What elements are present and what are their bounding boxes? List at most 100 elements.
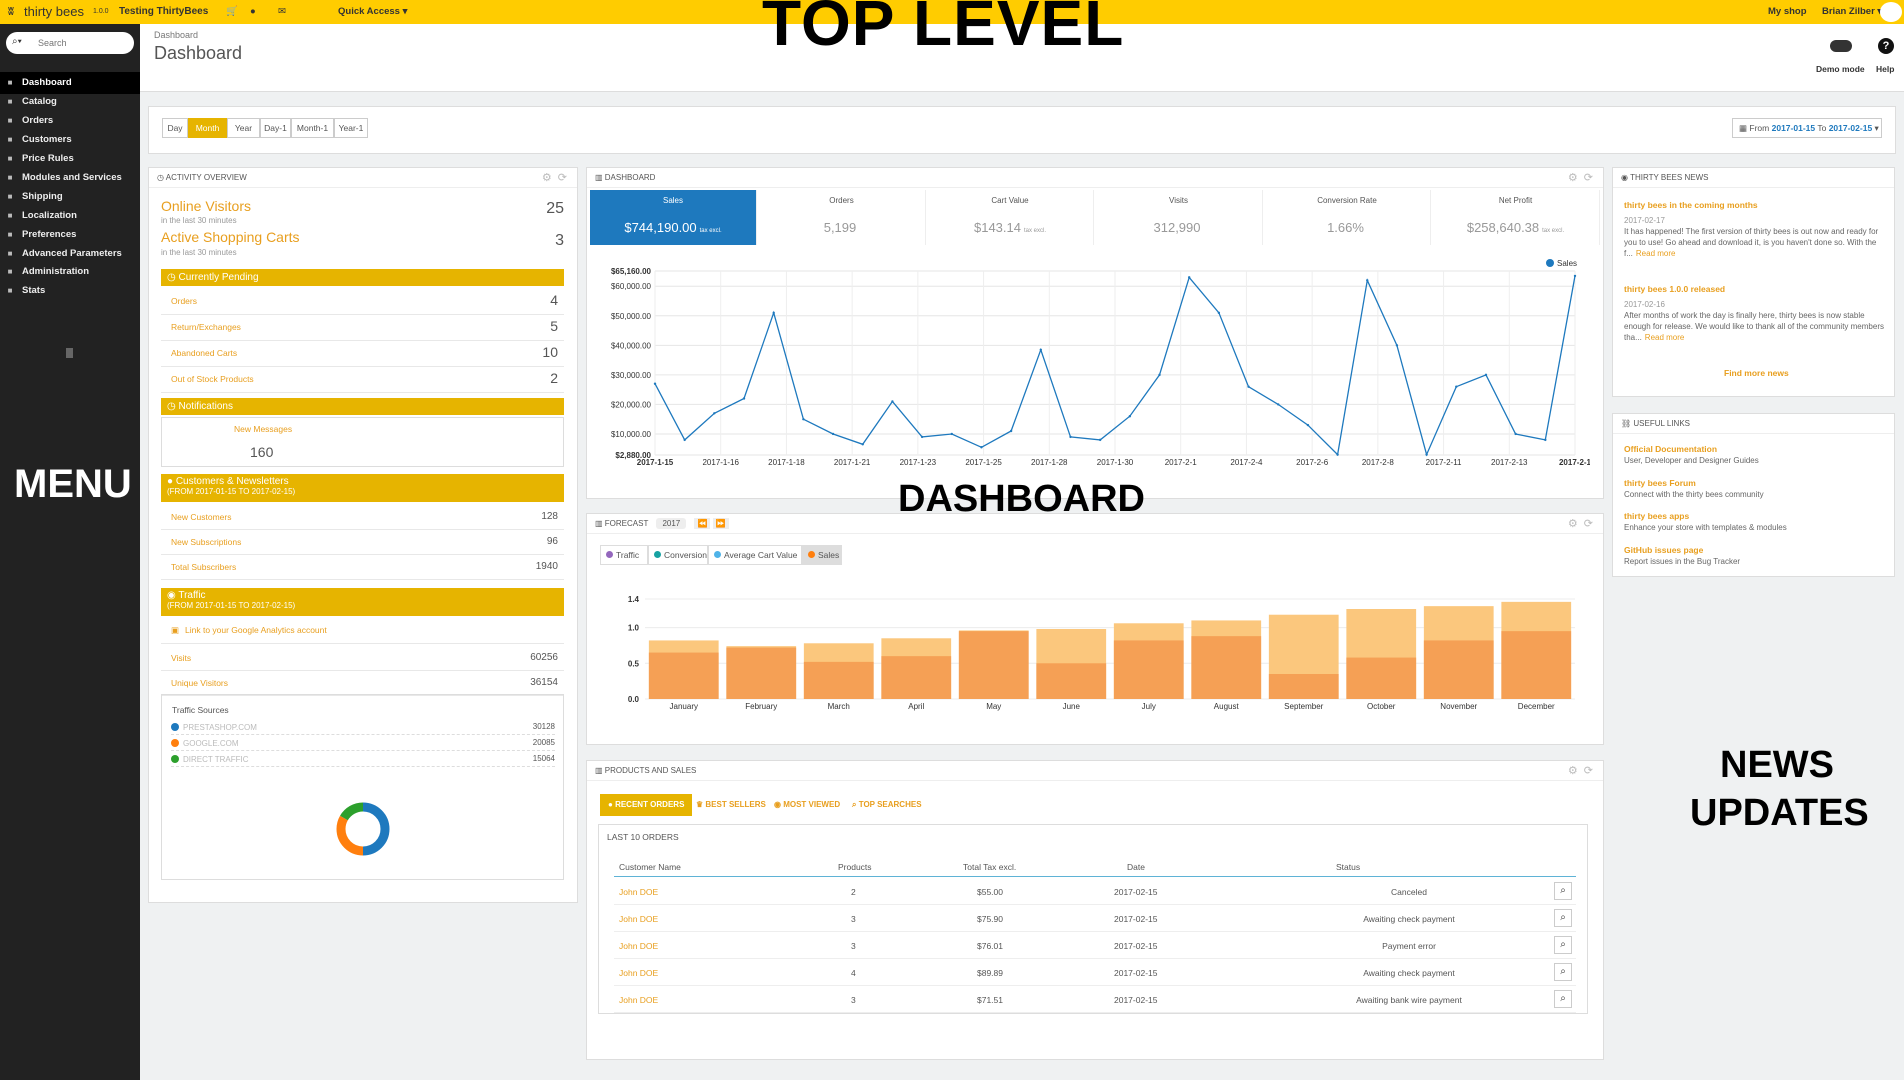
tab-best-sellers[interactable]: ♛ BEST SELLERS [688,794,774,816]
view-order-search-icon[interactable]: ⌕ [1554,963,1572,981]
kpi-tab-net-profit[interactable]: Net Profit $258,640.38 tax excl. [1433,190,1600,245]
forecast-bar [881,656,952,699]
forecast-year[interactable]: 2017 [656,518,687,529]
customer-name-link[interactable]: John DOE [619,887,658,897]
demo-mode-toggle[interactable] [1830,40,1852,52]
panel-tools-icon[interactable]: ⚙⟳ [1568,168,1599,188]
period-button-year-1[interactable]: Year-1 [334,118,368,138]
mail-icon[interactable]: ✉ [278,0,286,24]
forecast-tab-sales[interactable]: Sales [802,545,842,565]
view-order-search-icon[interactable]: ⌕ [1554,909,1572,927]
panel-tools-icon[interactable]: ⚙⟳ [542,168,573,188]
tab-recent-orders[interactable]: ● RECENT ORDERS [600,794,693,816]
sidebar-item-stats[interactable]: ■ Stats [0,280,140,302]
x-tick-label: 2017-1-21 [834,458,871,467]
customer-stat-label[interactable]: New Customers [171,512,231,522]
useful-link-github-issues-page[interactable]: GitHub issues page [1624,545,1703,555]
my-shop-link[interactable]: My shop [1768,0,1807,24]
x-tick-label: 2017-2-4 [1230,458,1263,467]
active-carts-label[interactable]: Active Shopping Carts [161,229,300,245]
pending-label[interactable]: Return/Exchanges [171,322,241,332]
logo-text[interactable]: thirty bees [24,0,84,24]
user-menu[interactable]: Brian Zilber ▾ [1822,0,1882,24]
table-row: John DOE 4 $89.89 2017-02-15 Awaiting check … [614,959,1576,986]
next-year-icon[interactable]: ⏩ [712,518,729,529]
user-icon[interactable]: ● [250,0,256,24]
kpi-tab-conversion-rate[interactable]: Conversion Rate 1.66% [1264,190,1431,245]
avatar[interactable] [1880,2,1902,22]
useful-link-official-documentation[interactable]: Official Documentation [1624,444,1717,454]
view-order-search-icon[interactable]: ⌕ [1554,990,1572,1008]
column-header-total-tax-excl[interactable]: Total Tax excl. [963,862,1016,872]
column-header-date[interactable]: Date [1127,862,1145,872]
tab-most-viewed[interactable]: ◉ MOST VIEWED [766,794,848,816]
ga-link[interactable]: Link to your Google Analytics account [185,625,327,635]
top-level-annotation: TOP LEVEL [762,0,1125,59]
period-button-month[interactable]: Month [188,118,227,138]
traffic-source-value: 30128 [532,722,555,731]
cart-icon[interactable]: 🛒 [226,0,238,24]
pending-label[interactable]: Out of Stock Products [171,374,254,384]
view-order-search-icon[interactable]: ⌕ [1554,882,1572,900]
quick-access-menu[interactable]: Quick Access ▾ [338,0,407,24]
customer-stat-label[interactable]: New Subscriptions [171,537,241,547]
period-button-day[interactable]: Day [162,118,188,138]
column-header-products[interactable]: Products [838,862,872,872]
useful-link-desc: Connect with the thirty bees community [1624,489,1764,499]
useful-link-thirty-bees-forum[interactable]: thirty bees Forum [1624,478,1696,488]
logo-icon[interactable]: ʬ [8,0,14,24]
traffic-row-unique-visitors: Unique Visitors 36154 [161,671,564,696]
panel-tools-icon[interactable]: ⚙⟳ [1568,761,1599,781]
customer-name-link[interactable]: John DOE [619,995,658,1005]
kpi-tab-sales[interactable]: Sales $744,190.00 tax excl. [590,190,757,245]
sales-data-point [1009,429,1013,433]
period-button-day-1[interactable]: Day-1 [260,118,291,138]
customer-stat-label[interactable]: Total Subscribers [171,562,236,572]
read-more-link[interactable]: Read more [1636,249,1676,258]
panel-tools-icon[interactable]: ⚙⟳ [1568,514,1599,534]
view-order-search-icon[interactable]: ⌕ [1554,936,1572,954]
date-range-picker[interactable]: ▦ From 2017-01-15 To 2017-02-15 ▾ [1732,118,1882,138]
customer-name-link[interactable]: John DOE [619,941,658,951]
forecast-tab-traffic[interactable]: Traffic [600,545,648,565]
customer-name-link[interactable]: John DOE [619,914,658,924]
pending-label[interactable]: Orders [171,296,197,306]
collapse-handle[interactable] [66,348,73,358]
online-visitors-label[interactable]: Online Visitors [161,198,251,214]
breadcrumb[interactable]: Dashboard [154,30,198,40]
customer-name-link[interactable]: John DOE [619,968,658,978]
period-button-month-1[interactable]: Month-1 [291,118,334,138]
useful-link-thirty-bees-apps[interactable]: thirty bees apps [1624,511,1689,521]
forecast-bar [1268,674,1339,699]
kpi-tab-cart-value[interactable]: Cart Value $143.14 tax excl. [927,190,1094,245]
x-tick-label: 2017-1-18 [768,458,805,467]
help-icon[interactable]: ? [1878,38,1894,54]
forecast-tab-conversion[interactable]: Conversion [648,545,708,565]
forecast-tab-average-cart-value[interactable]: Average Cart Value [708,545,802,565]
read-more-link[interactable]: Read more [1645,333,1685,342]
sales-data-point [1187,276,1191,279]
traffic-stat-label[interactable]: Unique Visitors [171,678,228,688]
chart-legend-label[interactable]: Sales [1557,259,1577,268]
tab-top-searches[interactable]: ⌕ TOP SEARCHES [844,794,930,816]
search-icon[interactable]: ⌕▾ [12,36,22,47]
news-title-link[interactable]: thirty bees in the coming months [1624,200,1758,210]
previous-year-icon[interactable]: ⏪ [694,518,711,529]
search-input[interactable] [36,35,128,51]
news-title-link[interactable]: thirty bees 1.0.0 released [1624,284,1725,294]
kpi-tab-visits[interactable]: Visits 312,990 [1096,190,1263,245]
x-tick-label: February [745,702,777,711]
kpi-value: $143.14 [973,220,1021,235]
pending-label[interactable]: Abandoned Carts [171,348,237,358]
shop-name[interactable]: Testing ThirtyBees [119,0,208,24]
kpi-name: Cart Value [991,196,1029,205]
period-button-year[interactable]: Year [227,118,260,138]
column-header-customer-name[interactable]: Customer Name [619,862,681,872]
column-header-status[interactable]: Status [1336,862,1360,872]
news-excerpt: It has happened! The first version of th… [1624,226,1886,259]
y-tick-label: $65,160.00 [611,267,652,276]
find-more-news-link[interactable]: Find more news [1724,368,1789,378]
traffic-stat-label[interactable]: Visits [171,653,191,663]
kpi-tab-orders[interactable]: Orders 5,199 [759,190,926,245]
new-messages-label[interactable]: New Messages [234,424,292,434]
